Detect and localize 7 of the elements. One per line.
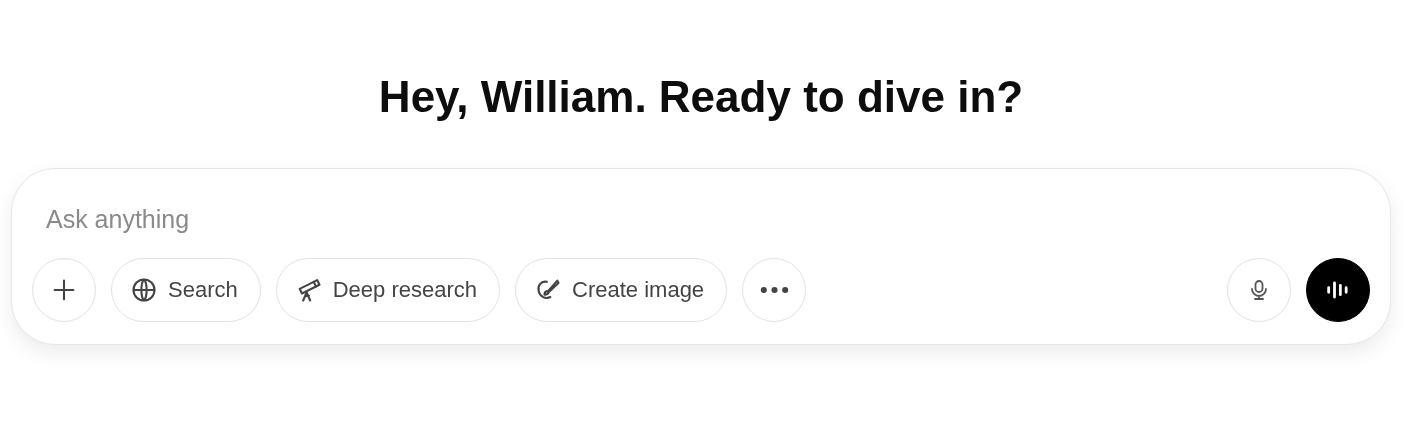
more-icon	[759, 286, 789, 294]
globe-icon	[130, 276, 158, 304]
tool-button[interactable]: Search	[111, 258, 261, 322]
tool-button[interactable]: Deep research	[275, 258, 501, 322]
prompt-field[interactable]: Ask anything Search Deep research Create image	[11, 168, 1391, 345]
greeting-heading: Hey, William. Ready to dive in?	[377, 71, 1025, 123]
tool-button[interactable]: Create image	[515, 258, 728, 322]
